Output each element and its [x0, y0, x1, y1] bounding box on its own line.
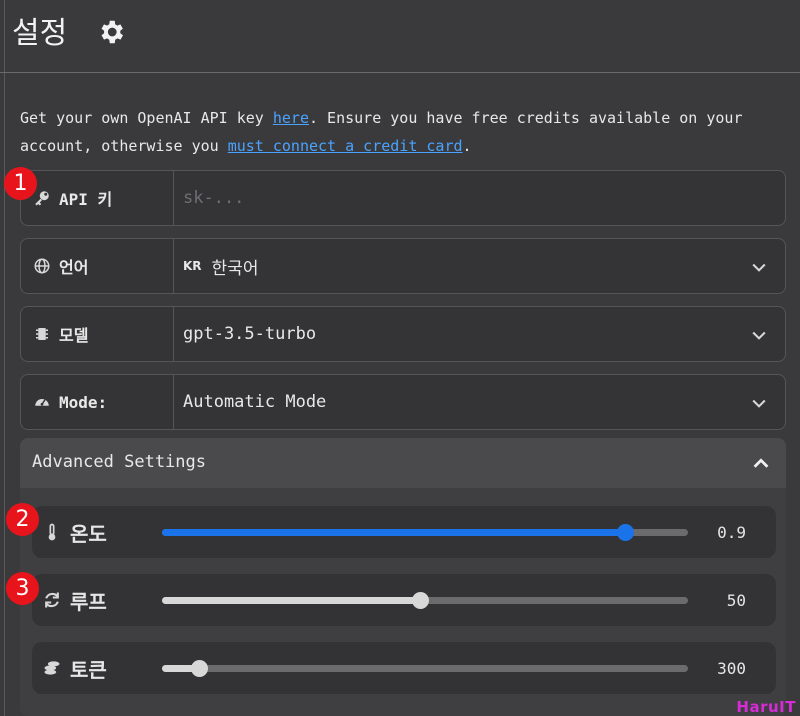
panel-border: [4, 0, 5, 716]
language-selected: 한국어: [211, 258, 259, 279]
page-title: 설정: [12, 16, 68, 51]
flag-kr: KR: [183, 259, 202, 273]
chevron-down-icon[interactable]: [749, 393, 769, 413]
annotation-badge-2: 2: [6, 503, 39, 536]
intro-text: Get your own OpenAI API key: [20, 109, 273, 127]
mode-select[interactable]: Mode: Automatic Mode: [20, 374, 786, 430]
mode-label-text: Mode:: [59, 392, 108, 412]
chevron-down-icon[interactable]: [749, 325, 769, 345]
api-key-label-text: API 키: [59, 190, 113, 209]
token-label: 토큰: [42, 642, 107, 694]
temperature-label-text: 온도: [70, 521, 107, 546]
api-key-input[interactable]: sk-...: [183, 171, 244, 225]
key-icon: [35, 191, 49, 206]
model-select[interactable]: 모델 gpt-3.5-turbo: [20, 306, 786, 362]
watermark: HaruIT: [736, 698, 796, 716]
chevron-down-icon[interactable]: [749, 257, 769, 277]
loop-slider-row: 루프 50: [32, 574, 776, 626]
temperature-slider-thumb[interactable]: [616, 524, 634, 541]
settings-header: 설정: [0, 0, 800, 73]
api-key-field[interactable]: API 키 sk-...: [20, 170, 786, 226]
token-label-text: 토큰: [70, 657, 107, 682]
api-key-instructions: Get your own OpenAI API key here. Ensure…: [20, 104, 790, 160]
token-slider-thumb[interactable]: [190, 660, 208, 677]
token-value: 300: [717, 658, 746, 678]
advanced-settings-toggle[interactable]: Advanced Settings: [20, 438, 786, 488]
temperature-slider[interactable]: [162, 524, 688, 541]
coins-icon: [44, 661, 60, 675]
thermometer-icon: [48, 523, 56, 541]
chevron-up-icon[interactable]: [750, 453, 772, 475]
temperature-slider-row: 온도 0.9: [32, 506, 776, 558]
token-slider[interactable]: [162, 660, 688, 677]
temperature-slider-fill: [162, 529, 625, 536]
language-label-text: 언어: [59, 258, 89, 277]
language-value: KR 한국어: [183, 239, 258, 293]
loop-slider-thumb[interactable]: [411, 592, 429, 609]
temperature-value: 0.9: [717, 522, 746, 542]
loop-label-text: 루프: [70, 589, 107, 614]
globe-icon: [34, 258, 50, 274]
model-label-text: 모델: [59, 326, 89, 345]
loop-label: 루프: [42, 574, 107, 626]
gear-icon: [101, 20, 123, 44]
api-key-label: API 키: [21, 171, 174, 225]
loop-icon: [45, 592, 59, 608]
gauge-icon: [35, 398, 49, 406]
annotation-badge-3: 3: [6, 572, 39, 605]
chip-icon: [36, 328, 48, 340]
model-label: 모델: [21, 307, 174, 361]
advanced-settings-title: Advanced Settings: [32, 452, 206, 472]
here-link[interactable]: here: [273, 109, 309, 127]
language-label: 언어: [21, 239, 174, 293]
language-select[interactable]: 언어 KR 한국어: [20, 238, 786, 294]
credit-card-link[interactable]: must connect a credit card: [228, 137, 463, 155]
loop-slider[interactable]: [162, 592, 688, 609]
intro-text: .: [462, 137, 472, 155]
token-slider-row: 토큰 300: [32, 642, 776, 694]
loop-slider-fill: [162, 597, 420, 604]
mode-selected: Automatic Mode: [183, 392, 327, 412]
mode-label: Mode:: [21, 375, 174, 429]
model-selected: gpt-3.5-turbo: [183, 324, 317, 344]
temperature-label: 온도: [42, 506, 107, 558]
annotation-badge-1: 1: [4, 167, 37, 200]
loop-value: 50: [726, 590, 746, 610]
